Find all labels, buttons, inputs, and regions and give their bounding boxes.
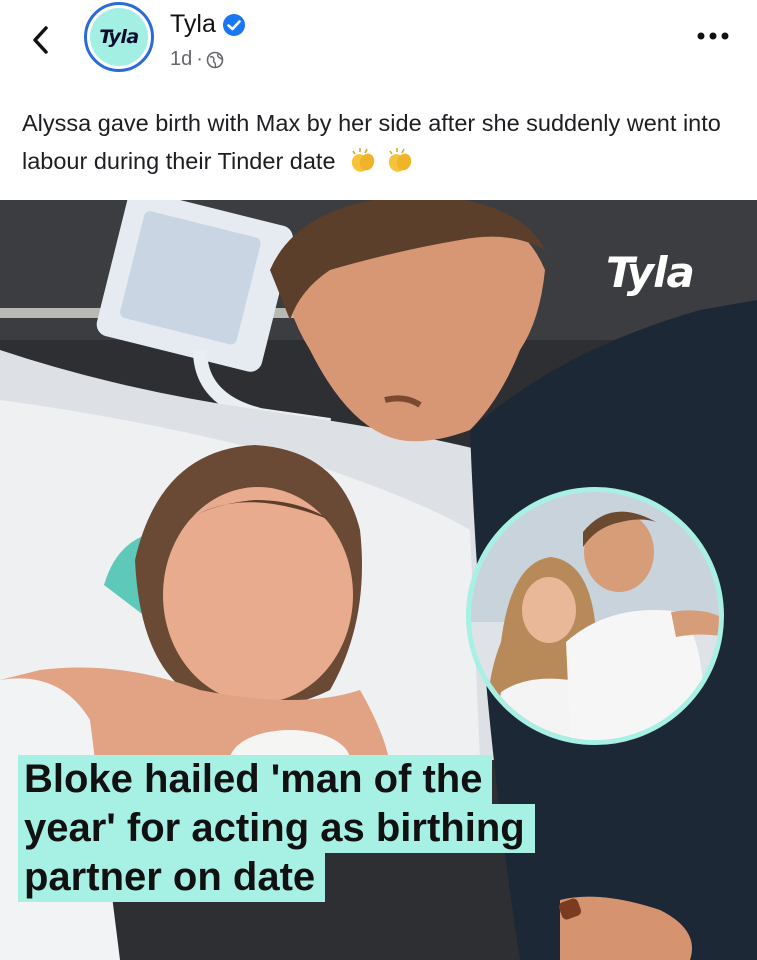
post-image[interactable]: Tyla Bloke hailed 'man of the year' for …: [0, 200, 757, 960]
inset-photo: [466, 487, 724, 745]
meta-separator: ·: [196, 48, 203, 70]
clapping-hands-icon: [351, 148, 375, 172]
post-time[interactable]: 1d: [170, 48, 192, 71]
verified-badge-icon: [222, 13, 245, 36]
post-caption: Alyssa gave birth with Max by her side a…: [22, 104, 732, 180]
headline-overlay: Bloke hailed 'man of the year' for actin…: [18, 755, 535, 902]
post-meta: 1d ·: [170, 48, 224, 71]
more-options-icon[interactable]: [695, 30, 731, 42]
globe-icon: [206, 51, 224, 68]
clapping-hands-icon: [388, 148, 411, 172]
watermark-logo: Tyla: [606, 248, 695, 297]
post-header: Tyla Tyla 1d ·: [0, 0, 757, 90]
avatar-logo: Tyla: [90, 8, 148, 66]
back-arrow-icon[interactable]: [26, 20, 56, 60]
author-name[interactable]: Tyla: [170, 10, 216, 39]
headline-line-1: Bloke hailed 'man of the: [18, 755, 493, 804]
headline-line-3: partner on date: [18, 853, 326, 902]
author-row: Tyla: [170, 10, 246, 39]
inset-couple-scene: [471, 492, 719, 740]
avatar[interactable]: Tyla: [84, 2, 154, 72]
headline-line-2: year' for acting as birthing: [18, 804, 535, 853]
